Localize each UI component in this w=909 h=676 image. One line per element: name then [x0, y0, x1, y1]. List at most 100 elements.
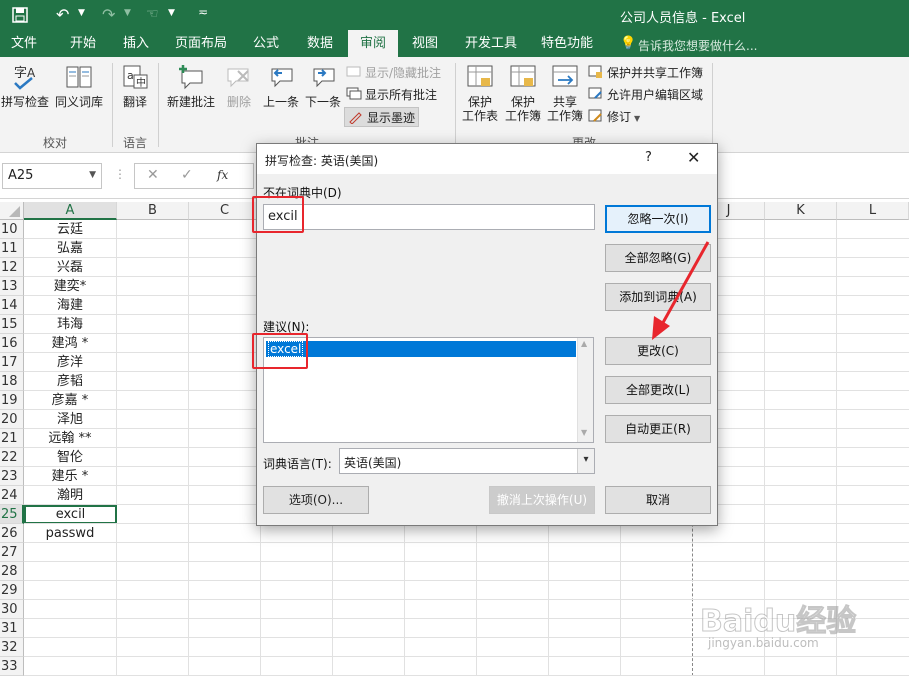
tab-insert[interactable]: 插入 [110, 30, 162, 57]
scroll-down-icon[interactable]: ▼ [581, 428, 587, 437]
suggestions-scrollbar[interactable]: ▲ ▼ [577, 338, 593, 442]
cell-a[interactable] [24, 657, 116, 676]
cell-a[interactable]: 建乐 * [24, 467, 116, 486]
cell-a[interactable]: 彦嘉 * [24, 391, 116, 410]
row-header[interactable]: 12 [0, 258, 24, 277]
column-header-l[interactable]: L [837, 202, 909, 220]
suggestions-list[interactable]: excel ▲ ▼ [263, 337, 594, 443]
name-box[interactable]: A25 ▼ [2, 163, 102, 189]
row-header[interactable]: 23 [0, 467, 24, 486]
scroll-up-icon[interactable]: ▲ [581, 339, 587, 348]
tab-view[interactable]: 视图 [402, 30, 448, 57]
cell-a[interactable] [24, 562, 116, 581]
row-header[interactable]: 22 [0, 448, 24, 467]
protect-sheet-button[interactable]: 保护 工作表 [460, 63, 500, 123]
tell-me-search[interactable]: 告诉我您想要做什么... [638, 37, 757, 54]
row-header[interactable]: 14 [0, 296, 24, 315]
cell-a[interactable] [24, 581, 116, 600]
insert-function-icon[interactable]: fx [217, 168, 228, 182]
select-all-corner[interactable] [0, 202, 24, 220]
cell-a[interactable]: 瀚明 [24, 486, 116, 505]
row-header[interactable]: 30 [0, 600, 24, 619]
suggestion-item[interactable]: excel [266, 341, 576, 357]
cell-a[interactable] [24, 619, 116, 638]
column-header-c[interactable]: C [189, 202, 261, 220]
not-in-dictionary-box[interactable]: excil [263, 204, 595, 230]
tab-developer[interactable]: 开发工具 [458, 30, 524, 57]
row-header[interactable]: 16 [0, 334, 24, 353]
protect-workbook-button[interactable]: 保护 工作簿 [502, 63, 544, 123]
column-header-b[interactable]: B [117, 202, 189, 220]
cell-a[interactable]: 云廷 [24, 220, 116, 239]
row-header[interactable]: 17 [0, 353, 24, 372]
cell-a[interactable] [24, 600, 116, 619]
row-header[interactable]: 13 [0, 277, 24, 296]
tab-formulas[interactable]: 公式 [242, 30, 290, 57]
cell-a[interactable]: 海建 [24, 296, 116, 315]
cell-a[interactable]: 彦洋 [24, 353, 116, 372]
autocorrect-button[interactable]: 自动更正(R) [605, 415, 711, 443]
cell-a[interactable]: excil [24, 505, 117, 524]
tab-special-features[interactable]: 特色功能 [534, 30, 600, 57]
tab-page-layout[interactable]: 页面布局 [168, 30, 234, 57]
save-icon[interactable] [12, 7, 28, 23]
name-box-dropdown-icon[interactable]: ▼ [89, 170, 96, 180]
cell-a[interactable]: 远翰 ** [24, 429, 116, 448]
cancel-button[interactable]: 取消 [605, 486, 711, 514]
row-header[interactable]: 33 [0, 657, 24, 676]
previous-comment-button[interactable]: 上一条 [260, 63, 302, 109]
close-icon[interactable]: ✕ [687, 148, 700, 167]
dropdown-arrow-icon[interactable]: ▾ [577, 449, 594, 473]
translate-button[interactable]: a中 翻译 [116, 63, 154, 109]
tab-data[interactable]: 数据 [296, 30, 344, 57]
row-header[interactable]: 19 [0, 391, 24, 410]
show-all-comments-button[interactable]: 显示所有批注 [346, 85, 437, 105]
show-ink-button[interactable]: 显示墨迹 [344, 107, 420, 127]
cell-a[interactable] [24, 543, 116, 562]
tab-review[interactable]: 审阅 [348, 30, 398, 57]
thesaurus-button[interactable]: 同义词库 [52, 63, 106, 109]
ignore-once-button[interactable]: 忽略一次(I) [605, 205, 711, 233]
cell-a[interactable]: 玮海 [24, 315, 116, 334]
cell-a[interactable]: 泽旭 [24, 410, 116, 429]
column-header-k[interactable]: K [765, 202, 837, 220]
row-header[interactable]: 26 [0, 524, 24, 543]
row-header[interactable]: 24 [0, 486, 24, 505]
undo-dropdown-icon[interactable]: ▼ [78, 8, 85, 18]
row-header[interactable]: 32 [0, 638, 24, 657]
row-header[interactable]: 29 [0, 581, 24, 600]
show-hide-comment-button[interactable]: 显示/隐藏批注 [346, 63, 441, 83]
share-workbook-button[interactable]: 共享 工作簿 [545, 63, 585, 123]
help-icon[interactable]: ? [645, 150, 652, 165]
customize-toolbar-icon[interactable]: ≂ [198, 5, 208, 19]
cell-a[interactable]: 建鸿 * [24, 334, 116, 353]
row-header[interactable]: 21 [0, 429, 24, 448]
delete-comment-button[interactable]: 删除 [220, 63, 258, 109]
row-header[interactable]: 27 [0, 543, 24, 562]
row-header[interactable]: 20 [0, 410, 24, 429]
redo-dropdown-icon[interactable]: ▼ [124, 8, 131, 18]
allow-edit-ranges-button[interactable]: 允许用户编辑区域 [588, 85, 703, 105]
tab-home[interactable]: 开始 [58, 30, 108, 57]
track-changes-button[interactable]: 修订 ▼ [588, 107, 640, 127]
tab-file[interactable]: 文件 [0, 30, 48, 57]
undo-icon[interactable]: ↶ [56, 5, 69, 24]
protect-and-share-button[interactable]: 保护并共享工作簿 [588, 63, 703, 83]
cell-a[interactable]: 彦韬 [24, 372, 116, 391]
row-header[interactable]: 15 [0, 315, 24, 334]
cancel-entry-icon[interactable]: ✕ [147, 167, 159, 183]
dictionary-language-select[interactable]: 英语(美国) ▾ [339, 448, 595, 474]
spelling-button[interactable]: 字A 拼写检查 [0, 63, 50, 109]
cell-a[interactable] [24, 638, 116, 657]
touch-mode-icon[interactable]: ☜ [146, 6, 159, 22]
change-all-button[interactable]: 全部更改(L) [605, 376, 711, 404]
undo-last-button[interactable]: 撤消上次操作(U) [489, 486, 595, 514]
confirm-entry-icon[interactable]: ✓ [181, 167, 193, 183]
touch-dropdown-icon[interactable]: ▼ [168, 8, 175, 18]
cell-a[interactable]: passwd [24, 524, 116, 543]
cell-a[interactable]: 弘嘉 [24, 239, 116, 258]
row-header[interactable]: 18 [0, 372, 24, 391]
redo-icon[interactable]: ↷ [102, 5, 115, 24]
row-header[interactable]: 31 [0, 619, 24, 638]
row-header[interactable]: 10 [0, 220, 24, 239]
